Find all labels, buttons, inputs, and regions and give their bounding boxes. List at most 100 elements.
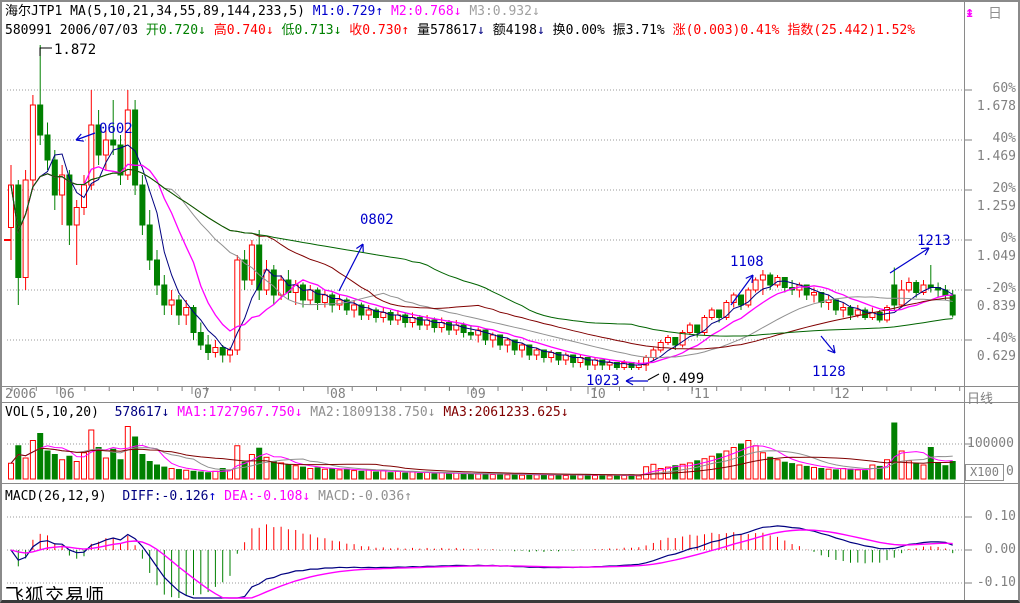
date-ticks (12, 387, 960, 394)
volume-bar (746, 441, 751, 480)
volume-bar (16, 446, 21, 479)
volume-bar (782, 462, 787, 479)
volume-bar (505, 475, 510, 479)
candle-body (249, 245, 254, 280)
date-label: 08 (330, 388, 346, 402)
volume-bar (184, 470, 189, 479)
text-segment: 收0.730↑ (349, 23, 409, 38)
frame-lines (2, 2, 1018, 601)
text-segment: MACD(26,12,9) (5, 489, 122, 504)
volume-bar (439, 473, 444, 479)
text-segment: DIFF:-0.126 (122, 489, 208, 504)
candle-body (468, 333, 473, 336)
volume-bar (578, 475, 583, 479)
candle-body (520, 345, 525, 350)
text-segment: 换0.00% 振3.71% (545, 23, 673, 38)
volume-bar (636, 476, 641, 479)
text-segment: ↓ (537, 23, 545, 38)
volume-bar (271, 462, 276, 480)
candle-body (206, 345, 211, 353)
candle-body (585, 358, 590, 366)
candle-body (490, 335, 495, 340)
macd-gridlines (7, 517, 972, 583)
text-segment: 高0.740↓ (214, 23, 274, 38)
candle-body (841, 308, 846, 311)
volume-bar (23, 458, 28, 479)
volume-bar (841, 469, 846, 480)
candle-body (133, 110, 138, 185)
candle-body (739, 295, 744, 305)
text-segment: 开0.720↓ (146, 23, 206, 38)
volume-bars[interactable] (9, 423, 956, 479)
candle-body (768, 275, 773, 285)
volume-grid-label: 100000 (967, 436, 1014, 451)
volume-bar (133, 437, 138, 479)
candle-body (23, 180, 28, 278)
volume-bar (388, 473, 393, 479)
candle-body (833, 300, 838, 310)
volume-bar (352, 471, 357, 479)
volume-bar (892, 423, 897, 479)
volume-bar (30, 441, 35, 480)
volume-bar (833, 470, 838, 479)
candle-body (534, 350, 539, 355)
volume-bar (38, 434, 43, 480)
volume-bar (89, 430, 94, 479)
annotation-text: 1128 (812, 364, 846, 380)
text-segment: MA1:1727967.750 (169, 405, 294, 420)
annotation-arrow (890, 248, 929, 273)
volume-bar (454, 473, 459, 479)
annotation-connector (648, 374, 659, 380)
volume-bar (936, 463, 941, 479)
annotation-text: 0.499 (662, 371, 704, 387)
chart-canvas[interactable]: 1.8720602080210230.499110811281213 (2, 2, 1018, 601)
text-segment: ↑ (404, 489, 412, 504)
volume-bar (410, 472, 415, 479)
candle-body (447, 323, 452, 331)
text-segment: M3:0.932 (462, 4, 532, 19)
candle-body (366, 310, 371, 315)
volume-bar (417, 473, 422, 479)
volume-bar (921, 465, 926, 479)
volume-bar (96, 448, 101, 480)
text-segment: 额4198 (485, 23, 537, 38)
date-label: 09 (470, 388, 486, 402)
volume-bar (607, 476, 612, 479)
candle-body (352, 305, 357, 310)
text-segment: MA3:2061233.625 (436, 405, 561, 420)
volume-bar (447, 474, 452, 479)
volume-bar (147, 462, 152, 480)
volume-bar (753, 446, 758, 479)
text-segment (206, 23, 214, 38)
volume-bar (103, 458, 108, 479)
volume-bar (315, 468, 320, 479)
volume-bar (125, 427, 130, 480)
candles-series[interactable] (9, 45, 956, 371)
volume-bar (9, 463, 14, 479)
volume-bar (490, 474, 495, 479)
period-day-icon[interactable]: 日 (988, 3, 1002, 23)
volume-header: VOL(5,10,20) 578617↓ MA1:1727967.750↓ MA… (5, 405, 569, 421)
volume-bar (571, 475, 576, 479)
candle-body (169, 300, 174, 305)
text-segment: ↓ (561, 405, 569, 420)
candle-body (308, 290, 313, 300)
candle-body (45, 135, 50, 160)
candle-body (556, 353, 561, 361)
text-segment: 涨(0.003)0.41% 指数(25.442)1.52% (673, 23, 916, 38)
text-segment: 海尔JTP1 MA(5,10,21,34,55,89,144,233,5) (5, 4, 313, 19)
volume-bar (366, 470, 371, 479)
volume-bar (249, 455, 254, 480)
volume-bar (242, 462, 247, 479)
volume-bar (914, 464, 919, 479)
app-watermark: 飞狐交易师 (5, 581, 105, 603)
candle-body (213, 348, 218, 353)
updown-arrow-icon[interactable]: ↨ (965, 3, 974, 21)
volume-bar (67, 456, 72, 479)
volume-unit-button[interactable]: X100 (965, 464, 1004, 481)
date-label: 12 (834, 388, 850, 402)
date-label: 10 (590, 388, 606, 402)
volume-bar (848, 469, 853, 479)
volume-bar (855, 470, 860, 479)
text-segment: 580991 2006/07/03 (5, 23, 146, 38)
